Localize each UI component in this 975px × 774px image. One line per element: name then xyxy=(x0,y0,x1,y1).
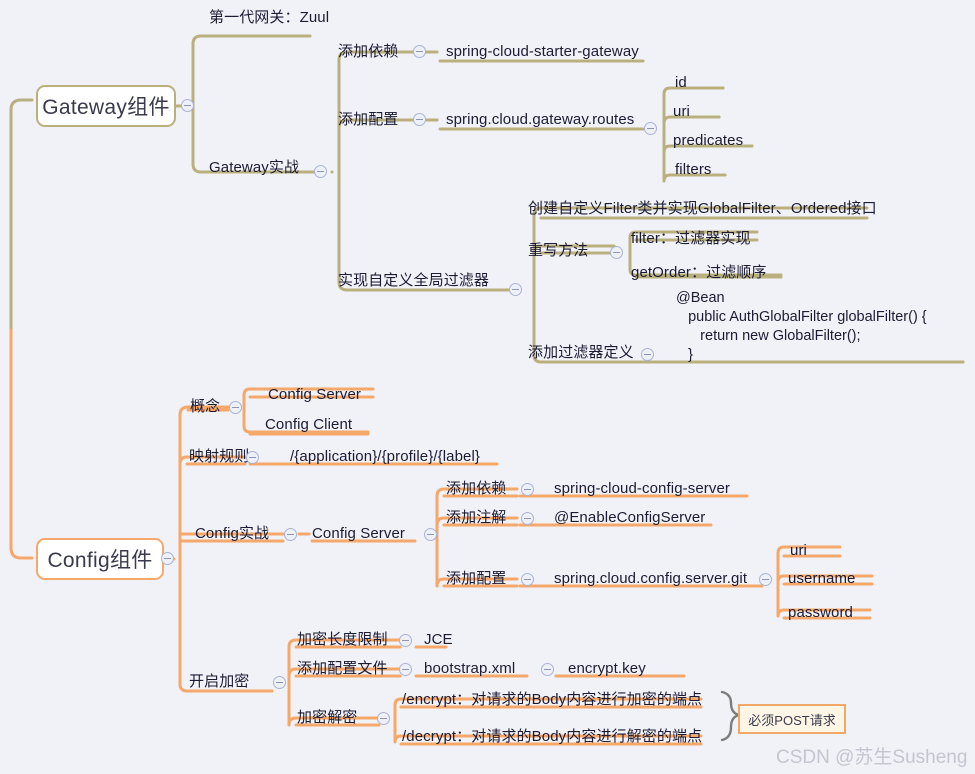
toggle-gateway-routes[interactable] xyxy=(644,122,657,135)
toggle-custom-global-filter[interactable] xyxy=(509,283,522,296)
toggle-mapping-rule[interactable] xyxy=(246,451,259,464)
node-method-get-order[interactable]: getOrder：过滤顺序 xyxy=(631,263,767,282)
node-starter-gateway-artifact[interactable]: spring-cloud-starter-gateway xyxy=(446,42,639,61)
toggle-add-dependency-gateway[interactable] xyxy=(413,45,426,58)
node-git-username[interactable]: username xyxy=(788,569,856,588)
node-bootstrap-xml[interactable]: bootstrap.xml xyxy=(424,659,515,678)
node-route-uri[interactable]: uri xyxy=(673,102,690,121)
toggle-override-methods[interactable] xyxy=(610,246,623,259)
toggle-add-config-config[interactable] xyxy=(521,573,534,586)
toggle-gateway-root[interactable] xyxy=(181,99,194,112)
node-create-filter-class[interactable]: 创建自定义Filter类并实现GlobalFilter、Ordered接口 xyxy=(528,199,877,218)
node-custom-global-filter[interactable]: 实现自定义全局过滤器 xyxy=(338,271,489,290)
root-node-config[interactable]: Config组件 xyxy=(36,538,164,580)
node-add-dependency-config[interactable]: 添加依赖 xyxy=(446,479,506,498)
node-add-annotation[interactable]: 添加注解 xyxy=(446,508,506,527)
node-add-dependency-gateway[interactable]: 添加依赖 xyxy=(338,42,398,61)
node-key-length-limit[interactable]: 加密长度限制 xyxy=(297,630,388,649)
node-route-id[interactable]: id xyxy=(675,73,687,92)
mindmap-canvas: Gateway组件 Config组件 第一代网关：Zuul Gateway实战 … xyxy=(0,0,975,774)
toggle-bootstrap-xml[interactable] xyxy=(541,663,554,676)
node-git-uri[interactable]: uri xyxy=(790,541,807,560)
toggle-encrypt-decrypt[interactable] xyxy=(377,712,390,725)
node-enable-encryption[interactable]: 开启加密 xyxy=(189,672,249,691)
node-add-config-gateway[interactable]: 添加配置 xyxy=(338,110,398,129)
node-gateway-practice[interactable]: Gateway实战 xyxy=(209,158,299,177)
toggle-add-annotation[interactable] xyxy=(521,512,534,525)
node-config-client-concept[interactable]: Config Client xyxy=(265,415,352,434)
node-add-config-file[interactable]: 添加配置文件 xyxy=(297,659,388,678)
node-config-server-concept[interactable]: Config Server xyxy=(268,385,361,404)
node-add-config-config[interactable]: 添加配置 xyxy=(446,569,506,588)
node-config-server[interactable]: Config Server xyxy=(312,524,405,543)
toggle-config-server-git[interactable] xyxy=(759,573,772,586)
node-override-methods[interactable]: 重写方法 xyxy=(528,241,588,260)
toggle-add-dependency-config[interactable] xyxy=(521,483,534,496)
node-mapping-rule[interactable]: 映射规则 xyxy=(189,447,249,466)
node-encrypt-key[interactable]: encrypt.key xyxy=(568,659,646,678)
node-filter-bean-code[interactable]: @Bean public AuthGlobalFilter globalFilt… xyxy=(676,289,927,365)
node-add-filter-definition[interactable]: 添加过滤器定义 xyxy=(528,343,634,362)
node-encrypt-decrypt[interactable]: 加密解密 xyxy=(297,708,357,727)
toggle-gateway-practice[interactable] xyxy=(314,165,327,178)
toggle-config-practice[interactable] xyxy=(284,528,297,541)
node-endpoint-encrypt[interactable]: /encrypt：对请求的Body内容进行加密的端点 xyxy=(402,690,702,709)
root-node-gateway[interactable]: Gateway组件 xyxy=(36,85,176,127)
toggle-add-config-gateway[interactable] xyxy=(413,113,426,126)
toggle-add-filter-definition[interactable] xyxy=(641,348,654,361)
callout-post-required[interactable]: 必须POST请求 xyxy=(738,704,846,734)
toggle-add-config-file[interactable] xyxy=(399,663,412,676)
node-gateway-routes[interactable]: spring.cloud.gateway.routes xyxy=(446,110,634,129)
node-endpoint-decrypt[interactable]: /decrypt：对请求的Body内容进行解密的端点 xyxy=(402,727,702,746)
toggle-config-root[interactable] xyxy=(161,552,174,565)
toggle-concept[interactable] xyxy=(229,401,242,414)
node-route-predicates[interactable]: predicates xyxy=(673,131,743,150)
watermark: CSDN @苏生Susheng xyxy=(776,747,968,768)
node-git-password[interactable]: password xyxy=(788,603,853,622)
node-method-filter[interactable]: filter：过滤器实现 xyxy=(631,229,751,248)
node-concept[interactable]: 概念 xyxy=(190,397,220,416)
node-mapping-pattern[interactable]: /{application}/{profile}/{label} xyxy=(290,447,480,466)
node-zuul[interactable]: 第一代网关：Zuul xyxy=(209,8,329,27)
toggle-config-server[interactable] xyxy=(424,528,437,541)
node-config-server-artifact[interactable]: spring-cloud-config-server xyxy=(554,479,730,498)
node-route-filters[interactable]: filters xyxy=(675,160,712,179)
node-enable-config-server[interactable]: @EnableConfigServer xyxy=(554,508,705,527)
node-config-practice[interactable]: Config实战 xyxy=(195,524,269,543)
brace-icon xyxy=(720,690,740,742)
node-jce[interactable]: JCE xyxy=(424,630,453,649)
toggle-key-length-limit[interactable] xyxy=(399,634,412,647)
node-config-server-git[interactable]: spring.cloud.config.server.git xyxy=(554,569,747,588)
toggle-enable-encryption[interactable] xyxy=(273,676,286,689)
